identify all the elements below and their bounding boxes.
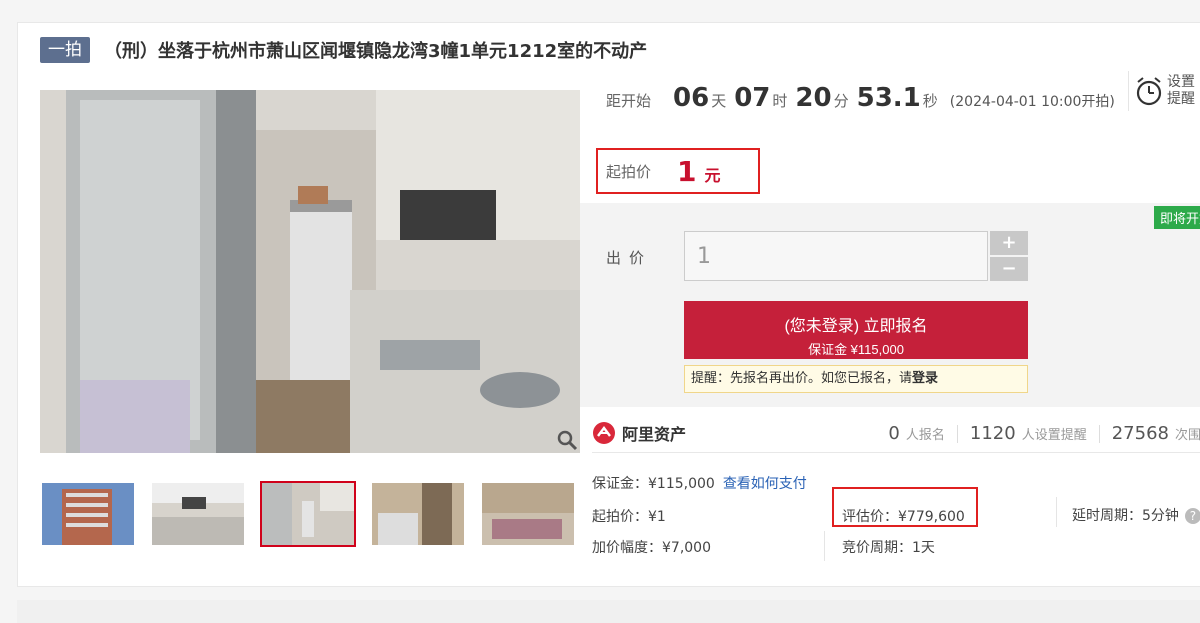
countdown-minutes-unit: 分 xyxy=(833,92,849,110)
countdown-hours-unit: 时 xyxy=(772,92,788,110)
how-to-pay-link[interactable]: 查看如何支付 xyxy=(723,476,807,492)
reminder-label-1: 设置 xyxy=(1167,74,1195,90)
reminder-count: 1120 xyxy=(969,423,1016,444)
countdown-label: 距开始 xyxy=(606,92,652,110)
login-link[interactable]: 登录 xyxy=(912,371,938,386)
ali-asset-logo-text: 阿里资产 xyxy=(622,425,687,444)
auction-info-panel: 距开始 06 天 07 时 20 分 53.1 秒 (2024-04-01 10… xyxy=(580,67,1200,582)
bid-stepper: + − xyxy=(990,231,1028,281)
signup-count-label: 人报名 xyxy=(905,428,945,443)
deposit-line: 保证金：¥115,000 查看如何支付 xyxy=(592,473,807,493)
countdown-days: 06 xyxy=(673,83,710,113)
delay-period-line: 延时周期：5分钟? xyxy=(1072,505,1200,525)
info-divider xyxy=(1056,497,1057,527)
thumbnail-living-room[interactable] xyxy=(480,481,576,547)
start-price-value: 1 xyxy=(677,154,697,188)
countdown-hours: 07 xyxy=(734,83,771,113)
start-price-unit: 元 xyxy=(704,166,721,185)
reminder-label-2: 提醒 xyxy=(1167,91,1195,107)
stats-bar: 阿里资产 0 人报名 1120 人设置提醒 27568 次围观 xyxy=(592,417,1200,453)
thumbnail-bathroom[interactable] xyxy=(370,481,466,547)
thumbnail-strip xyxy=(40,481,590,547)
page-title: （刑）坐落于杭州市萧山区闻堰镇隐龙湾3幢1单元1212室的不动产 xyxy=(104,41,648,62)
stat-divider xyxy=(1098,424,1100,443)
thumbnail-building[interactable] xyxy=(40,481,136,547)
kitchen-photo xyxy=(40,90,580,453)
title-row: 一拍 （刑）坐落于杭州市萧山区闻堰镇隐龙湾3幢1单元1212室的不动产 xyxy=(40,37,647,63)
stat-row: 0 人报名 1120 人设置提醒 27568 次围观 xyxy=(888,423,1200,444)
page-footer-strip xyxy=(17,600,1200,623)
signup-count: 0 xyxy=(888,423,900,444)
thumbnail-kitchen-1[interactable] xyxy=(150,481,246,547)
increase-bid-button[interactable]: + xyxy=(990,231,1028,255)
alibaba-asset-logo-icon xyxy=(593,422,615,444)
start-price-label: 起拍价 xyxy=(606,162,652,181)
view-count: 27568 xyxy=(1111,423,1169,444)
login-hint: 提醒：先报名再出价。如您已报名，请登录 xyxy=(684,365,1028,393)
main-photo[interactable] xyxy=(40,90,580,453)
hint-text: 提醒：先报名再出价。如您已报名，请 xyxy=(691,371,913,386)
auction-start-time: (2024-04-01 10:00开拍) xyxy=(949,94,1115,110)
bid-cycle-info: 竞价周期：1天 xyxy=(842,540,935,556)
bid-amount-input[interactable] xyxy=(684,231,988,281)
countdown-days-unit: 天 xyxy=(711,92,727,110)
deposit-value: 保证金：¥115,000 xyxy=(592,476,715,492)
countdown: 距开始 06 天 07 时 20 分 53.1 秒 (2024-04-01 10… xyxy=(606,83,1115,113)
status-badge: 即将开始 xyxy=(1153,206,1200,229)
bid-panel: 即将开始 出价 + − (您未登录) 立即报名 保证金 ¥115,000 提醒：… xyxy=(580,203,1200,407)
auction-card: 一拍 （刑）坐落于杭州市萧山区闻堰镇隐龙湾3幢1单元1212室的不动产 距开始 … xyxy=(17,22,1200,587)
reminder-count-label: 人设置提醒 xyxy=(1021,428,1087,443)
delay-period-info: 延时周期：5分钟 xyxy=(1072,508,1179,524)
countdown-seconds: 53.1 xyxy=(856,83,921,113)
auction-round-badge: 一拍 xyxy=(40,37,90,63)
alarm-clock-icon xyxy=(1136,77,1162,106)
set-reminder-button[interactable]: 设置 提醒 xyxy=(1128,71,1200,111)
signup-button-label: (您未登录) 立即报名 xyxy=(784,317,928,335)
start-price-info: 起拍价：¥1 xyxy=(592,509,666,525)
countdown-minutes: 20 xyxy=(795,83,832,113)
eval-price-info: 评估价：¥779,600 xyxy=(842,509,965,525)
info-divider xyxy=(824,531,825,561)
decrease-bid-button[interactable]: − xyxy=(990,257,1028,281)
thumbnail-kitchen-2[interactable] xyxy=(260,481,356,547)
countdown-seconds-unit: 秒 xyxy=(922,92,938,110)
stat-divider xyxy=(956,424,958,443)
question-icon[interactable]: ? xyxy=(1184,508,1200,524)
signup-button[interactable]: (您未登录) 立即报名 保证金 ¥115,000 xyxy=(684,301,1028,359)
start-price-highlight: 起拍价 1 元 xyxy=(596,148,760,194)
increment-info: 加价幅度：¥7,000 xyxy=(592,540,711,556)
view-count-label: 次围观 xyxy=(1174,428,1200,443)
bid-label: 出价 xyxy=(606,249,653,267)
ali-asset-logo: 阿里资产 xyxy=(592,421,686,445)
zoom-icon[interactable] xyxy=(556,429,578,451)
signup-deposit-label: 保证金 ¥115,000 xyxy=(808,341,904,357)
